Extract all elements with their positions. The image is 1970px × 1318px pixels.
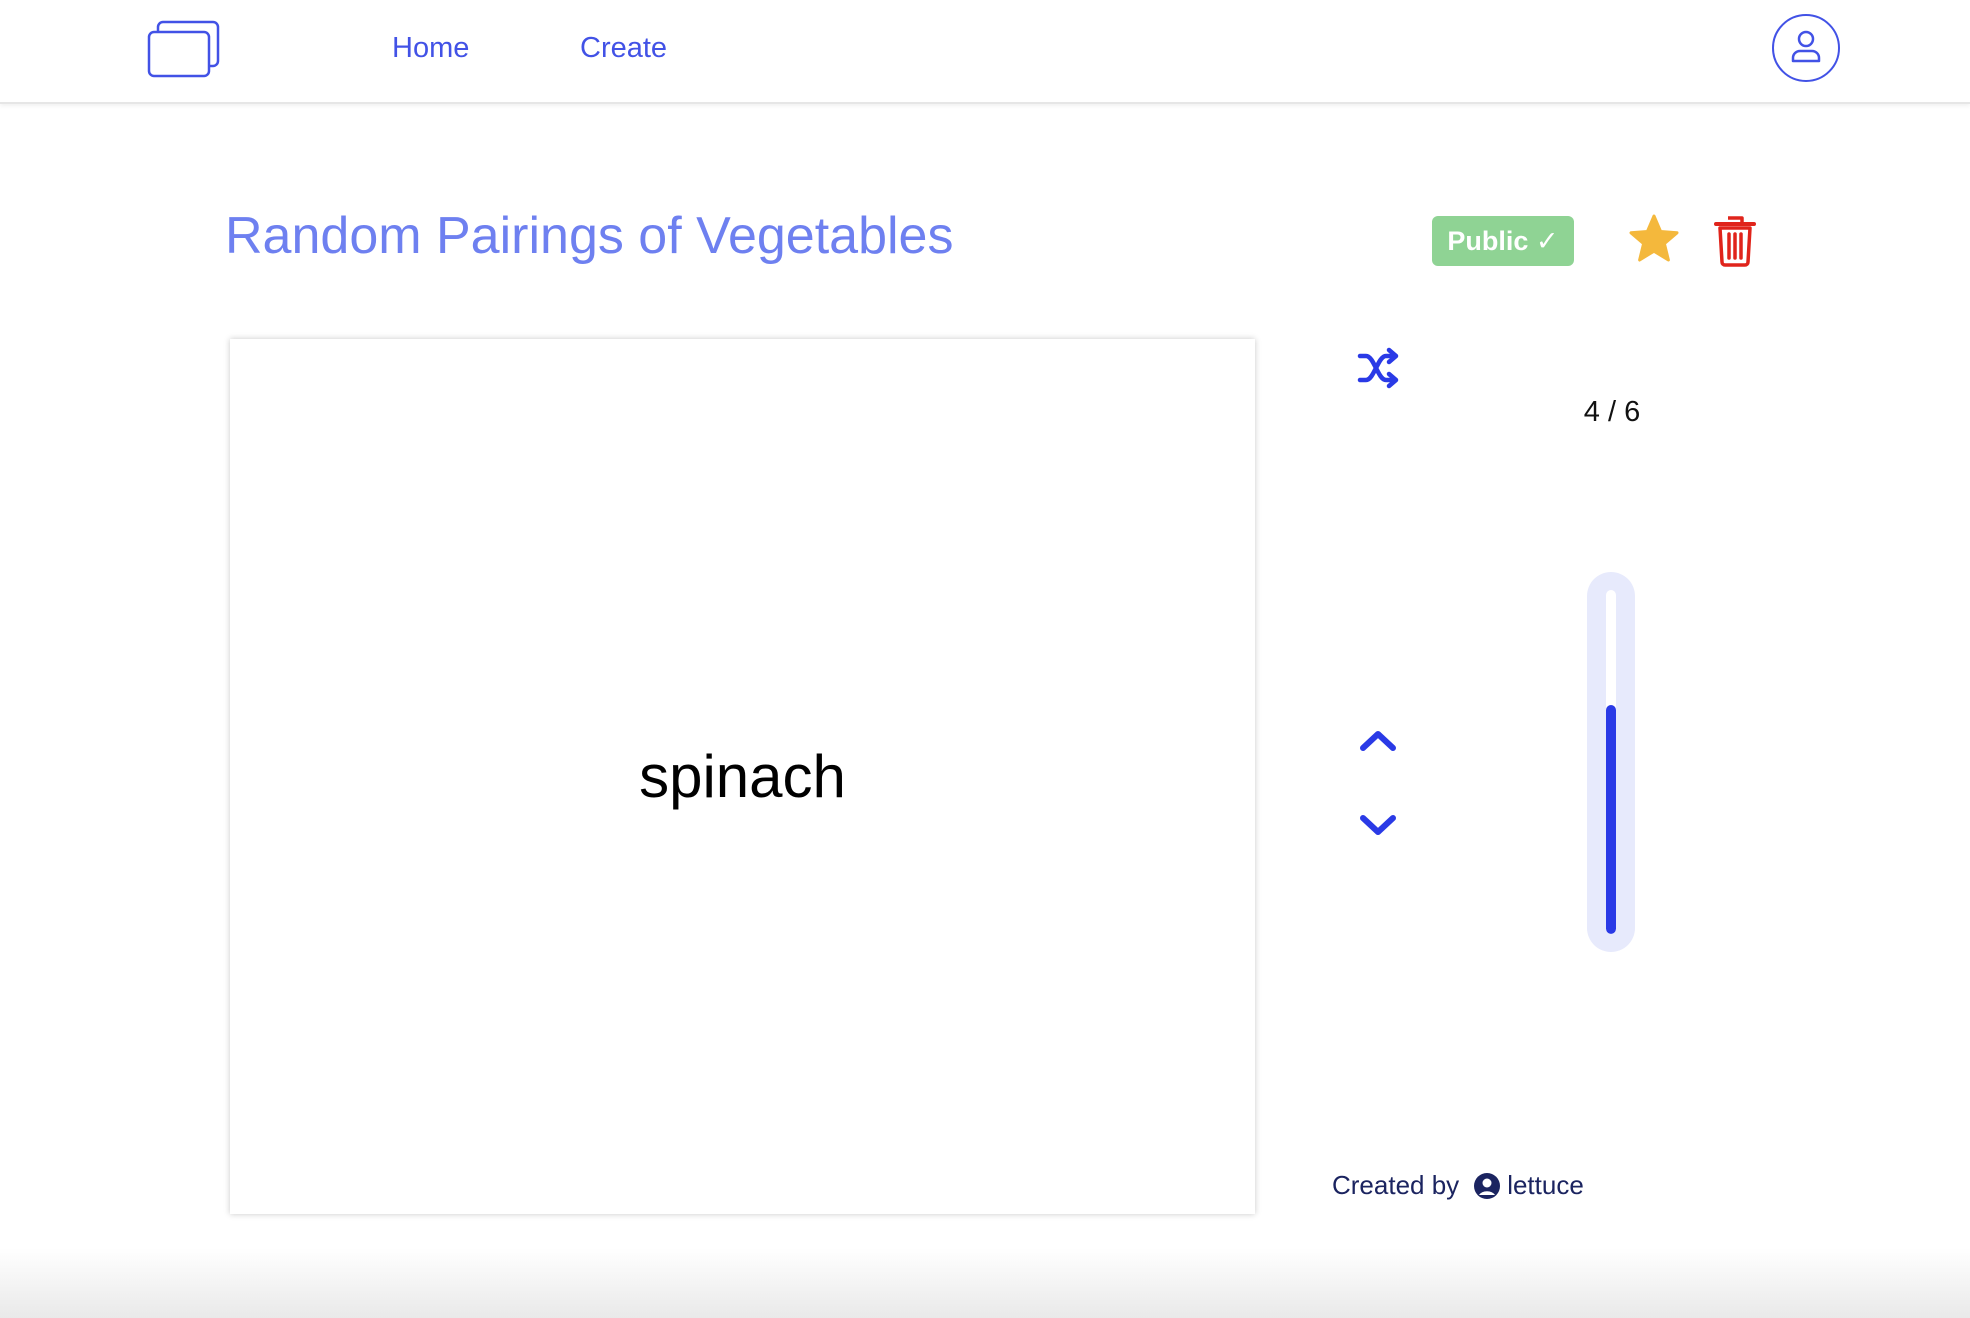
nav-link-create[interactable]: Create [580,32,667,65]
delete-button[interactable] [1710,212,1760,268]
created-by: Created by lettuce [1332,1170,1584,1201]
nav-link-home[interactable]: Home [392,32,469,65]
flashcard[interactable]: spinach [230,339,1255,1214]
created-by-label: Created by [1332,1170,1460,1200]
author-link[interactable]: lettuce [1507,1170,1584,1201]
chevron-down-icon [1356,815,1400,844]
top-navbar: Home Create [0,0,1970,104]
card-counter: 4 / 6 [1583,396,1641,428]
trash-icon [1710,216,1760,272]
user-icon [1789,28,1823,69]
progress-bar [1587,572,1635,952]
shuffle-icon [1356,347,1400,394]
chevron-up-icon [1356,731,1400,760]
progress-bar-fill [1606,704,1616,934]
shuffle-button[interactable] [1356,346,1400,390]
star-icon [1626,214,1682,272]
stacked-cards-icon[interactable] [146,20,222,78]
next-card-button[interactable] [1356,810,1400,840]
flashcard-text: spinach [639,743,846,810]
visibility-badge[interactable]: Public ✓ [1432,216,1574,266]
favorite-button[interactable] [1626,212,1682,268]
bottom-edge-shade [0,1248,1970,1318]
set-title: Random Pairings of Vegetables [225,207,954,265]
progress-bar-track [1606,590,1616,934]
profile-button[interactable] [1772,14,1840,82]
user-circle-icon [1473,1172,1501,1200]
previous-card-button[interactable] [1356,726,1400,756]
